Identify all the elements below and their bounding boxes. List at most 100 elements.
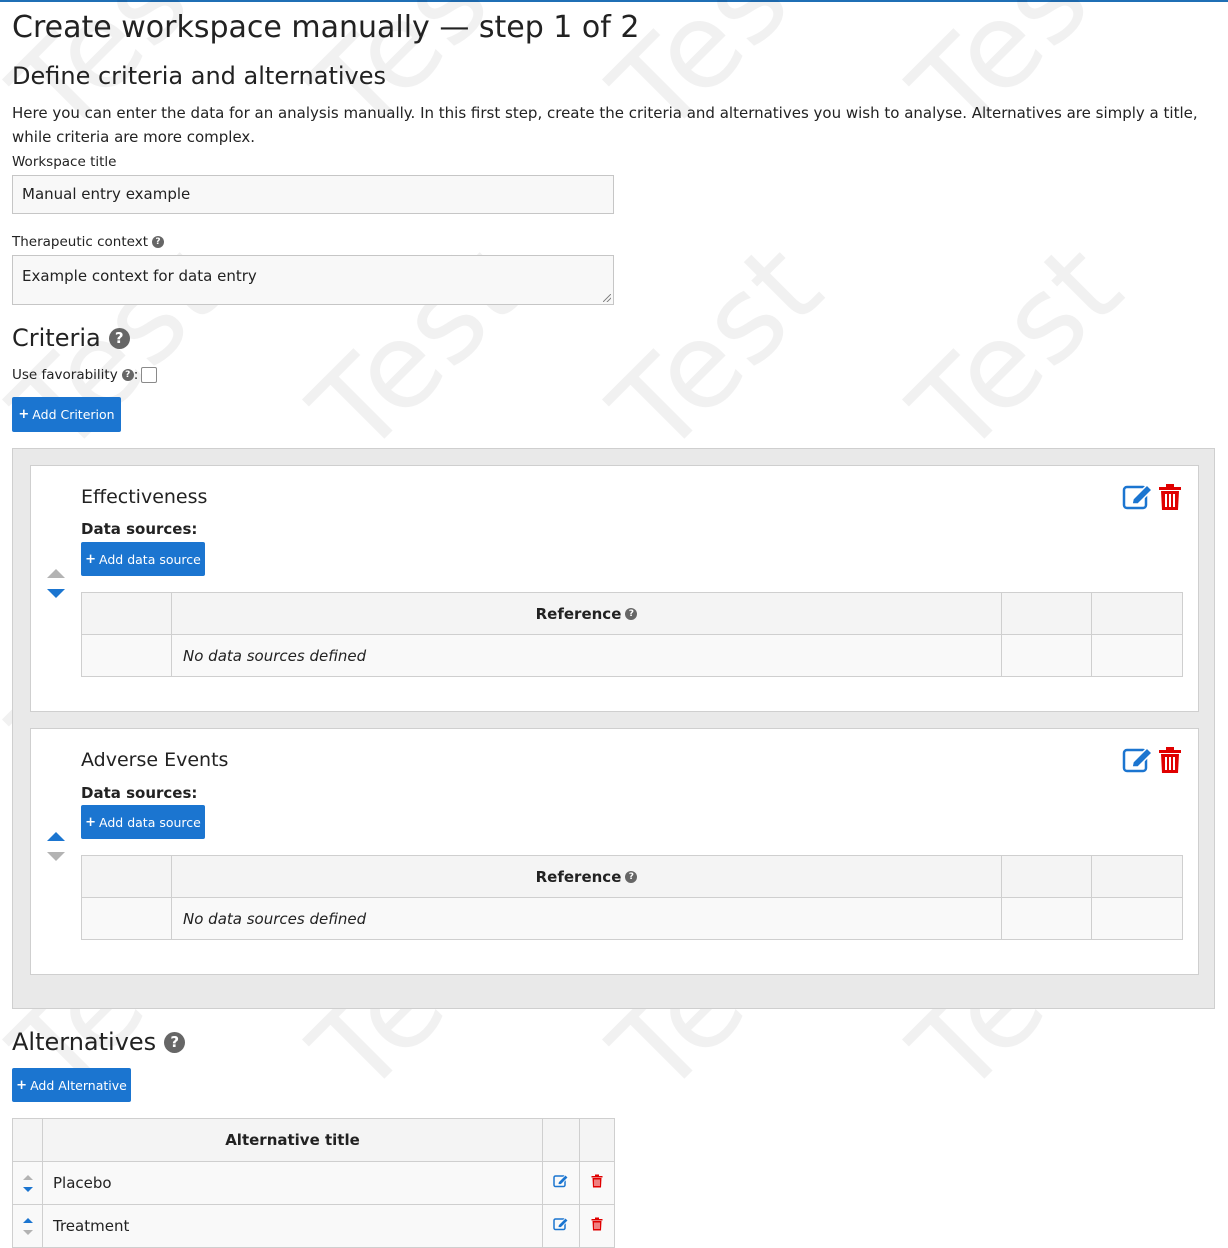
- help-icon[interactable]: ?: [625, 608, 638, 620]
- resize-handle-icon[interactable]: [603, 294, 611, 302]
- move-up-icon[interactable]: [47, 569, 65, 578]
- help-icon[interactable]: ?: [108, 327, 130, 349]
- delete-cell: [579, 1204, 615, 1248]
- help-icon[interactable]: ?: [121, 369, 134, 381]
- table-header-row: Reference?: [81, 592, 1183, 635]
- table-cell: [81, 897, 172, 940]
- reorder-arrows: [14, 1217, 41, 1235]
- move-up-icon[interactable]: [47, 832, 65, 841]
- criteria-heading: Criteria?: [12, 323, 130, 353]
- criterion-card: Effectiveness Data sources: + Add data so…: [30, 465, 1199, 712]
- alternatives-heading-text: Alternatives: [12, 1028, 157, 1056]
- table-row: No data sources defined: [81, 634, 1183, 677]
- add-alternative-label: Add Alternative: [30, 1077, 127, 1093]
- watermark: Test: [585, 218, 848, 480]
- add-criterion-label: Add Criterion: [32, 407, 115, 422]
- add-data-source-label: Add data source: [99, 551, 201, 567]
- add-data-source-button[interactable]: + Add data source: [81, 542, 205, 576]
- add-alternative-button[interactable]: + Add Alternative: [12, 1068, 131, 1102]
- top-border: [0, 0, 1228, 2]
- help-icon[interactable]: ?: [625, 871, 638, 883]
- move-down-icon[interactable]: [47, 589, 65, 598]
- plus-icon: +: [16, 1077, 28, 1093]
- table-row: Treatment: [12, 1204, 615, 1248]
- alternative-title: Treatment: [42, 1204, 543, 1248]
- table-cell: [1001, 897, 1092, 940]
- table-header-cell: [1001, 855, 1092, 898]
- table-header-cell: [1091, 855, 1183, 898]
- move-down-icon[interactable]: [22, 1186, 33, 1192]
- reference-header: Reference?: [171, 855, 1002, 898]
- table-header-cell: [12, 1118, 43, 1162]
- edit-cell: [542, 1161, 580, 1205]
- table-row: No data sources defined: [81, 897, 1183, 940]
- move-up-icon[interactable]: [22, 1217, 33, 1223]
- criteria-heading-text: Criteria: [12, 324, 101, 352]
- add-data-source-label: Add data source: [99, 814, 201, 830]
- table-header-row: Reference?: [81, 855, 1183, 898]
- table-cell: [81, 634, 172, 677]
- help-icon[interactable]: ?: [152, 236, 165, 248]
- criterion-actions: [1122, 483, 1182, 511]
- reorder-cell: [12, 1161, 43, 1205]
- trash-icon[interactable]: [1158, 746, 1182, 774]
- table-header-cell: [1091, 592, 1183, 635]
- trash-icon[interactable]: [1158, 483, 1182, 511]
- criterion-title: Effectiveness: [81, 486, 208, 508]
- help-icon[interactable]: ?: [164, 1031, 186, 1053]
- reorder-cell: [12, 1204, 43, 1248]
- edit-icon[interactable]: [1122, 746, 1154, 774]
- plus-icon: +: [85, 814, 97, 830]
- trash-icon[interactable]: [591, 1174, 603, 1188]
- table-row: Placebo: [12, 1161, 615, 1205]
- reference-header-text: Reference: [535, 604, 622, 623]
- move-down-icon[interactable]: [47, 852, 65, 861]
- watermark: Test: [885, 218, 1148, 480]
- empty-message: No data sources defined: [171, 634, 1002, 677]
- criterion-card: Adverse Events Data sources: + Add data s…: [30, 728, 1199, 975]
- workspace-title-input[interactable]: Manual entry example: [12, 175, 614, 214]
- alternatives-table: Alternative title Placebo Treatment: [12, 1118, 615, 1248]
- edit-cell: [542, 1204, 580, 1248]
- data-sources-table: Reference? No data sources defined: [81, 592, 1183, 677]
- add-data-source-button[interactable]: + Add data source: [81, 805, 205, 839]
- reference-header: Reference?: [171, 592, 1002, 635]
- table-cell: [1001, 634, 1092, 677]
- table-header-cell: [81, 592, 172, 635]
- workspace-title-label: Workspace title: [12, 154, 117, 170]
- table-header-cell: [1001, 592, 1092, 635]
- favorability-label: Use favorability: [12, 367, 118, 383]
- reorder-arrows: [14, 1174, 41, 1192]
- edit-icon[interactable]: [553, 1217, 569, 1231]
- table-header-cell: [579, 1118, 615, 1162]
- data-sources-label: Data sources:: [81, 520, 198, 538]
- favorability-colon: :: [133, 367, 139, 383]
- table-header-cell: [81, 855, 172, 898]
- plus-icon: +: [85, 551, 97, 567]
- table-cell: [1091, 897, 1183, 940]
- page-subtitle: Define criteria and alternatives: [12, 62, 386, 90]
- therapeutic-context-label-row: Therapeutic context?: [12, 233, 165, 251]
- add-criterion-button[interactable]: + Add Criterion: [12, 397, 121, 432]
- alternative-title: Placebo: [42, 1161, 543, 1205]
- page-title: Create workspace manually — step 1 of 2: [12, 10, 640, 45]
- edit-icon[interactable]: [553, 1174, 569, 1188]
- reference-header-text: Reference: [535, 867, 622, 886]
- move-up-icon[interactable]: [22, 1174, 33, 1180]
- criterion-title: Adverse Events: [81, 749, 229, 771]
- edit-icon[interactable]: [1122, 483, 1154, 511]
- move-down-icon[interactable]: [22, 1229, 33, 1235]
- favorability-checkbox[interactable]: [141, 367, 158, 383]
- table-header-cell: [542, 1118, 580, 1162]
- therapeutic-context-label: Therapeutic context: [12, 234, 149, 250]
- intro-text: Here you can enter the data for an analy…: [12, 104, 1198, 146]
- table-header-row: Alternative title: [12, 1118, 615, 1162]
- plus-icon: +: [18, 407, 30, 422]
- therapeutic-context-textarea[interactable]: Example context for data entry: [12, 255, 614, 305]
- trash-icon[interactable]: [591, 1217, 603, 1231]
- table-cell: [1091, 634, 1183, 677]
- data-sources-table: Reference? No data sources defined: [81, 855, 1183, 940]
- data-sources-label: Data sources:: [81, 784, 198, 802]
- favorability-row: Use favorability?:: [12, 366, 158, 384]
- empty-message: No data sources defined: [171, 897, 1002, 940]
